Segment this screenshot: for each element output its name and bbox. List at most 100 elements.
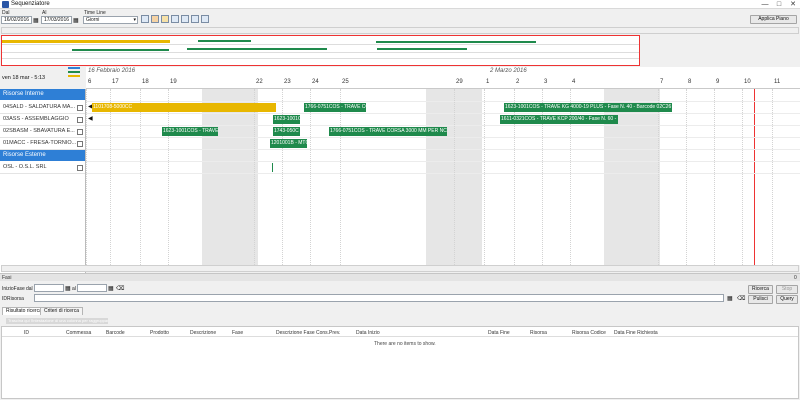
row-line xyxy=(86,125,800,126)
column-header[interactable]: Descrizione xyxy=(190,330,216,336)
refresh-icon[interactable] xyxy=(141,15,149,23)
day-label: 11 xyxy=(774,79,781,85)
resource-checkbox[interactable] xyxy=(77,117,83,123)
resource-row[interactable]: 03ASS - ASSEMBLAGGIO xyxy=(0,114,85,126)
palette-icon[interactable] xyxy=(161,15,169,23)
resource-checkbox[interactable] xyxy=(77,141,83,147)
resource-row[interactable]: 04SALD - SALDATURA MA... xyxy=(0,102,85,114)
resource-label: 04SALD - SALDATURA MA... xyxy=(3,104,76,110)
day-gridline xyxy=(742,89,743,265)
title-bar: Sequenziatore — □ ✕ xyxy=(0,0,800,9)
layout-icon[interactable] xyxy=(201,15,209,23)
day-label: 24 xyxy=(312,79,319,85)
stop-button[interactable]: Stop xyxy=(776,285,798,294)
overview-bar xyxy=(72,49,169,51)
day-label: 17 xyxy=(112,79,119,85)
dal-calendar-icon[interactable]: ▦ xyxy=(33,17,39,24)
resource-checkbox[interactable] xyxy=(77,165,83,171)
row-line xyxy=(86,113,800,114)
al-calendar-icon[interactable]: ▦ xyxy=(73,17,79,24)
overview-bar xyxy=(2,40,170,43)
al-calendar-icon[interactable]: ▦ xyxy=(108,285,114,292)
task-bar[interactable]: 1623-1001COS - TRAVE KS xyxy=(162,127,218,136)
fasi-count: 0 xyxy=(794,275,797,281)
day-label: 4 xyxy=(572,79,576,85)
empty-message: There are no items to show. xyxy=(374,341,436,347)
close-button[interactable]: ✕ xyxy=(786,0,800,9)
column-header[interactable]: Prodotto xyxy=(150,330,169,336)
column-header[interactable]: Risorsa xyxy=(530,330,547,336)
scroll-left-marker-icon: ◀ xyxy=(88,116,93,122)
resource-row[interactable]: 01MACC - FRESA-TORNIO... xyxy=(0,138,85,150)
query-button[interactable]: Query xyxy=(776,295,798,304)
top-scrollbar[interactable] xyxy=(1,27,799,34)
group-risorse-interne[interactable]: Risorse Interne xyxy=(0,89,85,100)
column-header[interactable]: Commessa xyxy=(66,330,91,336)
task-bar[interactable]: 1201001B - MTC xyxy=(270,139,307,148)
legend-blue xyxy=(68,67,80,69)
column-header[interactable]: Data Fine xyxy=(488,330,510,336)
column-header[interactable]: Data Fine Richiesta xyxy=(614,330,658,336)
resource-row[interactable]: 02SBASM - SBAVATURA E... xyxy=(0,126,85,138)
day-gridline xyxy=(340,89,341,265)
day-gridline xyxy=(310,89,311,265)
timestamp: ven 18 mar - 5:13 xyxy=(2,75,46,81)
resource-label: OSL - O.S.L. SRL xyxy=(3,164,47,170)
inizio-dal-field[interactable] xyxy=(34,284,64,292)
task-bar[interactable]: 1766-0751COS - TRAVE COR xyxy=(304,103,366,112)
dal-calendar-icon[interactable]: ▦ xyxy=(65,285,71,292)
resource-checkbox[interactable] xyxy=(77,105,83,111)
task-bar[interactable]: 1766-0751COS - TRAVE CORSA 3000 MM PER N… xyxy=(329,127,447,136)
day-gridline xyxy=(254,89,255,265)
idrisorsa-field[interactable] xyxy=(34,294,724,302)
ricerca-button[interactable]: Ricerca xyxy=(748,285,773,294)
column-header[interactable]: Fase xyxy=(232,330,243,336)
resource-row[interactable]: OSL - O.S.L. SRL xyxy=(0,162,85,174)
idrisorsa-label: IDRisorsa xyxy=(2,296,24,302)
colors-icon[interactable] xyxy=(151,15,159,23)
column-header[interactable]: Descrizione Fase xyxy=(276,330,315,336)
overview-bar xyxy=(377,48,467,50)
resource-label: 01MACC - FRESA-TORNIO... xyxy=(3,140,77,146)
print-icon[interactable] xyxy=(171,15,179,23)
timeline-select[interactable]: Giorni ▾ xyxy=(83,16,138,24)
gantt-h-scrollbar[interactable] xyxy=(1,265,799,272)
tab-criteri-di-ricerca[interactable]: Criteri di ricerca xyxy=(40,307,84,315)
group-risorse-esterne[interactable]: Risorse Esterne xyxy=(0,150,85,161)
column-header[interactable]: Cons.Prev. xyxy=(316,330,340,336)
applica-piano-button[interactable]: Applica Piano xyxy=(750,15,797,24)
task-bar[interactable]: 1623-1001COS - TRAVE KG 4000-19 PLUS - F… xyxy=(504,103,672,112)
clear-dates-icon[interactable]: ⌫ xyxy=(116,285,124,292)
day-label: 10 xyxy=(744,79,751,85)
overview-bar xyxy=(376,41,536,43)
gantt-chart[interactable]: ◀ 1101708-5000CC 1766-0751COS - TRAVE CO… xyxy=(86,89,800,265)
task-bar[interactable]: 1101708-5000CC xyxy=(92,103,276,112)
resource-checkbox[interactable] xyxy=(77,129,83,135)
search-resource-icon[interactable]: ▦ xyxy=(727,295,733,302)
day-label: 25 xyxy=(342,79,349,85)
timeline-value: Giorni xyxy=(86,17,100,23)
column-header[interactable]: Barcode xyxy=(106,330,125,336)
task-bar[interactable]: 1743-050C xyxy=(273,127,300,136)
column-header[interactable]: Data Inizio xyxy=(356,330,380,336)
al-date-field[interactable]: 17/03/2016 xyxy=(41,16,72,24)
info-icon[interactable] xyxy=(181,15,189,23)
minimize-button[interactable]: — xyxy=(758,0,772,9)
maximize-button[interactable]: □ xyxy=(772,0,786,9)
day-gridline xyxy=(714,89,715,265)
column-header[interactable]: Risorsa Codice xyxy=(572,330,606,336)
grid-icon[interactable] xyxy=(191,15,199,23)
pulisci-button[interactable]: Pulisci xyxy=(748,295,773,304)
inizio-dal-label: dal xyxy=(26,286,33,292)
clear-resource-icon[interactable]: ⌫ xyxy=(737,295,745,302)
day-gridline xyxy=(484,89,485,265)
dal-date-field[interactable]: 16/02/2016 xyxy=(1,16,32,24)
column-header[interactable]: ID xyxy=(24,330,29,336)
inizio-al-field[interactable] xyxy=(77,284,107,292)
task-bar[interactable]: 1623-1001CO xyxy=(273,115,300,124)
overview-map[interactable] xyxy=(1,35,640,66)
task-bar[interactable]: 1611-0321COS - TRAVE KCP 200/40 - Fase N… xyxy=(500,115,618,124)
resource-label: 03ASS - ASSEMBLAGGIO xyxy=(3,116,69,122)
results-grid[interactable]: Trascina qui l'intestazione di una colon… xyxy=(1,318,799,399)
day-gridline xyxy=(168,89,169,265)
